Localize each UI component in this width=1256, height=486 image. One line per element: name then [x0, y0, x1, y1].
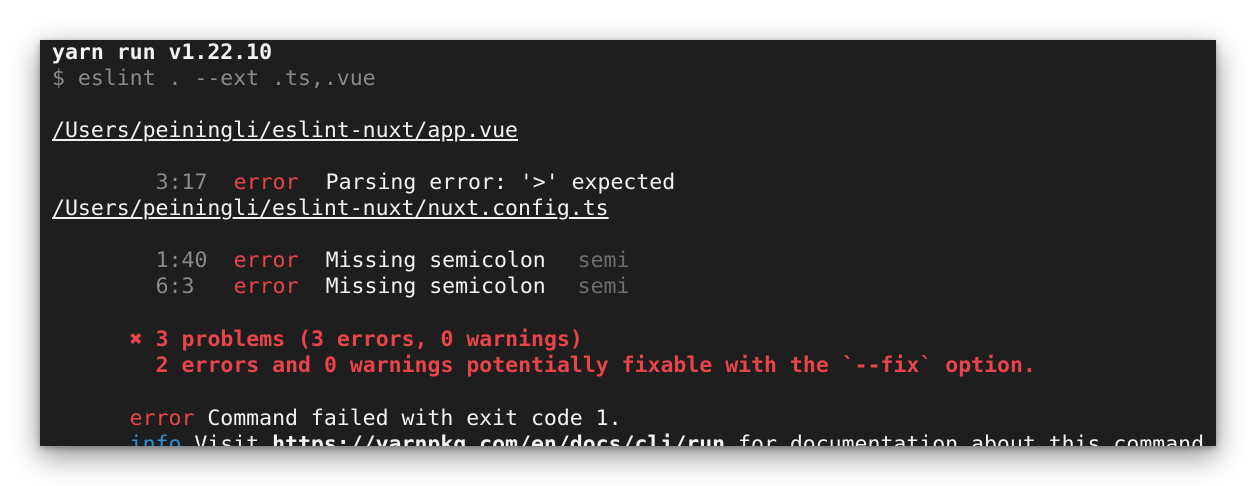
- problem-row: 1:40 error Missing semicolon semi: [52, 222, 630, 273]
- docs-link[interactable]: https://yarnpkg.com/en/docs/cli/run: [272, 432, 725, 446]
- summary-fixable-text: 2 errors and 0 warnings potentially fixa…: [155, 353, 1036, 378]
- problem-position: 6:3: [155, 274, 195, 299]
- problem-severity: error: [233, 170, 299, 195]
- info-suffix-text: for documentation about this command.: [725, 432, 1216, 446]
- info-footer-line: info Visit https://yarnpkg.com/en/docs/c…: [52, 406, 1216, 446]
- terminal-window[interactable]: yarn run v1.22.10 $ eslint . --ext .ts,.…: [40, 40, 1216, 446]
- problem-row: 3:17 error Parsing error: '>' expected: [52, 144, 676, 195]
- summary-problems-line: ✖ 3 problems (3 errors, 0 warnings): [52, 301, 583, 352]
- file-path-nuxt-config[interactable]: /Users/peiningli/eslint-nuxt/nuxt.config…: [52, 196, 609, 222]
- problem-position: 3:17: [155, 170, 208, 195]
- yarn-version-line: yarn run v1.22.10: [52, 40, 273, 65]
- info-prefix: info: [129, 432, 182, 446]
- problem-rule: semi: [577, 274, 630, 299]
- file-path-app-vue[interactable]: /Users/peiningli/eslint-nuxt/app.vue: [52, 118, 518, 144]
- summary-fixable-line: 2 errors and 0 warnings potentially fixa…: [52, 327, 1036, 378]
- problem-message: Parsing error: '>' expected: [325, 170, 676, 195]
- info-visit-text: Visit: [181, 432, 273, 446]
- problem-message: Missing semicolon: [325, 274, 546, 299]
- problem-severity: error: [233, 274, 299, 299]
- error-footer-line: error Command failed with exit code 1.: [52, 380, 622, 431]
- screenshot-stage: yarn run v1.22.10 $ eslint . --ext .ts,.…: [0, 0, 1256, 486]
- command-line: $ eslint . --ext .ts,.vue: [52, 66, 376, 91]
- problem-row: 6:3 error Missing semicolon semi: [52, 248, 630, 299]
